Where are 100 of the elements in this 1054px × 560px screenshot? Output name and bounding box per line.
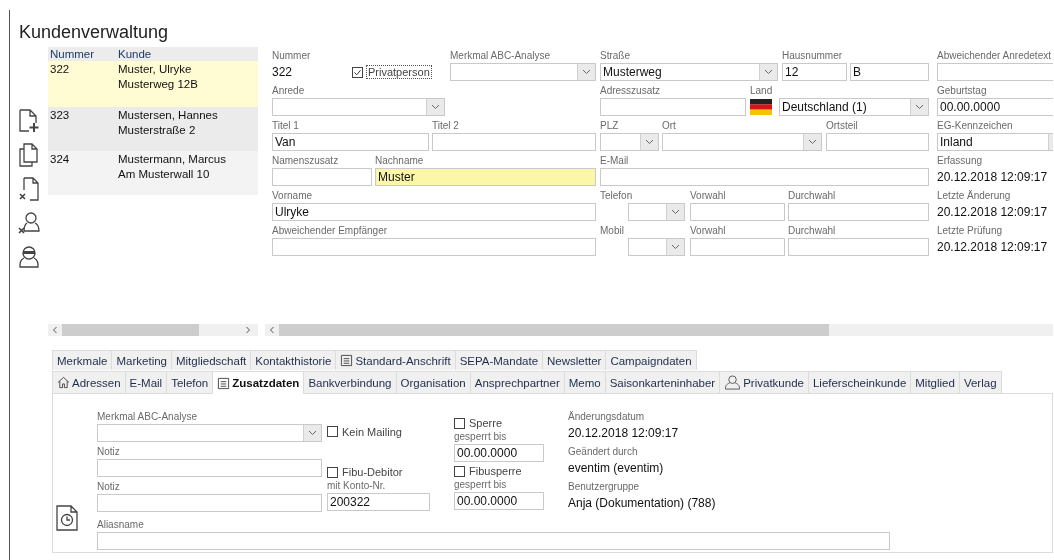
checkbox-label[interactable]: Kein Mailing	[342, 425, 402, 438]
tab[interactable]: Telefon	[166, 371, 214, 393]
checkbox[interactable]	[327, 466, 338, 478]
input-field[interactable]: 00.00.0000	[937, 98, 1053, 116]
dropdown[interactable]	[628, 238, 685, 256]
list-row[interactable]: 323 Mustersen, Hannes Musterstraße 2	[48, 107, 258, 151]
tab[interactable]: Memo	[563, 371, 606, 393]
dropdown[interactable]	[662, 133, 822, 151]
input-field[interactable]: 00.00.0000	[454, 444, 544, 462]
input-field[interactable]: Ulryke	[272, 203, 596, 221]
customer-name: Mustersen, Hannes	[118, 108, 219, 123]
field-label: Abweichender Anredetext	[937, 50, 1052, 62]
delete-document-icon[interactable]	[18, 177, 40, 201]
masked-person-icon[interactable]	[18, 245, 40, 269]
input-field[interactable]	[826, 133, 929, 151]
tab[interactable]: Lieferscheinkunde	[807, 371, 912, 393]
input-field[interactable]: 12	[782, 63, 847, 81]
input-field[interactable]: 00.00.0000	[454, 492, 544, 510]
info-value: Anja (Dokumentation) (788)	[568, 495, 716, 512]
input-field[interactable]	[788, 238, 929, 256]
tab[interactable]: Standard-Anschrift	[335, 350, 456, 370]
input-field[interactable]	[690, 238, 785, 256]
list-row[interactable]: 324 Mustermann, Marcus Am Musterwall 10	[48, 151, 258, 195]
input-field[interactable]	[937, 63, 1053, 81]
scrollbar-thumb[interactable]	[62, 324, 199, 336]
input-field[interactable]: Van	[272, 133, 429, 151]
dropdown[interactable]	[628, 203, 685, 221]
tab[interactable]: Zusatzdaten	[212, 371, 305, 394]
copy-icon[interactable]	[18, 143, 40, 167]
scroll-left-icon[interactable]	[268, 324, 276, 336]
window-title: Kundenverwaltung	[18, 21, 170, 44]
customer-number: 323	[49, 108, 71, 123]
dropdown[interactable]: Musterweg	[600, 63, 778, 81]
tab[interactable]: Verlag	[958, 371, 1002, 393]
dropdown[interactable]	[450, 63, 596, 81]
input-field[interactable]	[272, 168, 372, 186]
list-row[interactable]: 322 Muster, Ulryke Musterweg 12B	[48, 61, 258, 107]
tab[interactable]: Privatkunde	[719, 371, 809, 393]
checkbox[interactable]	[327, 426, 338, 437]
dropdown[interactable]: Inland	[937, 133, 1053, 151]
customer-number: 324	[49, 152, 71, 167]
input-field[interactable]	[788, 203, 929, 221]
field-label: Anrede	[272, 85, 306, 97]
tab[interactable]: Mitglied	[910, 371, 960, 393]
tab[interactable]: Ansprechpartner	[469, 371, 565, 393]
tab[interactable]: Organisation	[395, 371, 471, 393]
tab[interactable]: Bankverbindung	[303, 371, 397, 393]
field-label: Titel 1	[272, 120, 300, 132]
tab[interactable]: Kontakthistorie	[250, 350, 337, 370]
input-field[interactable]	[272, 238, 596, 256]
scrollbar[interactable]	[48, 324, 258, 336]
input-field[interactable]	[600, 98, 746, 116]
checkbox[interactable]	[352, 66, 363, 78]
dropdown[interactable]	[97, 424, 322, 442]
remove-person-icon[interactable]	[18, 211, 40, 235]
checkbox-label[interactable]: Sperre	[469, 417, 503, 429]
input-field[interactable]	[97, 532, 890, 550]
tab[interactable]: Merkmale	[52, 350, 113, 370]
document-clock-icon[interactable]	[55, 505, 79, 531]
scrollbar[interactable]	[265, 324, 1053, 336]
tab[interactable]: SEPA-Mandate	[454, 350, 544, 370]
field-label: PLZ	[600, 120, 620, 132]
field-label: Änderungsdatum	[568, 411, 646, 423]
tab[interactable]: Saisonkarteninhaber	[604, 371, 721, 393]
field-label: Letzte Prüfung	[937, 225, 1004, 237]
tab[interactable]: Marketing	[111, 350, 172, 370]
document-icon	[217, 376, 231, 390]
field-label: gesperrt bis	[454, 430, 508, 444]
input-field[interactable]	[432, 133, 596, 151]
timestamp: 20.12.2018 12:09:17	[937, 239, 1049, 256]
field-label: Benutzergruppe	[568, 481, 641, 493]
input-field[interactable]	[97, 459, 322, 477]
dropdown[interactable]	[600, 133, 659, 151]
dropdown[interactable]: Deutschland (1)	[779, 98, 929, 116]
person-icon	[724, 375, 742, 390]
checkbox[interactable]	[454, 417, 465, 429]
input-field[interactable]	[690, 203, 785, 221]
tab[interactable]: Newsletter	[542, 350, 607, 370]
scroll-left-icon[interactable]	[51, 324, 59, 336]
scrollbar-thumb[interactable]	[279, 324, 829, 336]
dropdown[interactable]	[272, 98, 445, 116]
input-field[interactable]	[97, 494, 322, 512]
column-header[interactable]: Nummer	[48, 47, 118, 61]
tab[interactable]: Mitgliedschaft	[171, 350, 252, 370]
checkbox[interactable]	[454, 465, 465, 477]
new-document-icon[interactable]	[18, 109, 40, 133]
tab[interactable]: Adressen	[52, 371, 126, 393]
input-field[interactable]: B	[850, 63, 929, 81]
tab[interactable]: E-Mail	[124, 371, 168, 393]
column-header[interactable]: Kunde	[118, 47, 258, 61]
input-field[interactable]: 200322	[327, 493, 430, 511]
tab[interactable]: Campaigndaten	[605, 350, 697, 370]
input-field[interactable]	[600, 168, 929, 186]
scroll-right-icon[interactable]	[244, 324, 252, 336]
field-label: Vorwahl	[690, 225, 727, 237]
checkbox-label[interactable]: Fibusperre	[469, 465, 522, 477]
flag-icon	[750, 99, 772, 115]
checkbox-label[interactable]: Privatperson	[367, 66, 431, 78]
checkbox-label[interactable]: Fibu-Debitor	[342, 466, 403, 478]
input-field[interactable]: Muster	[375, 168, 596, 186]
